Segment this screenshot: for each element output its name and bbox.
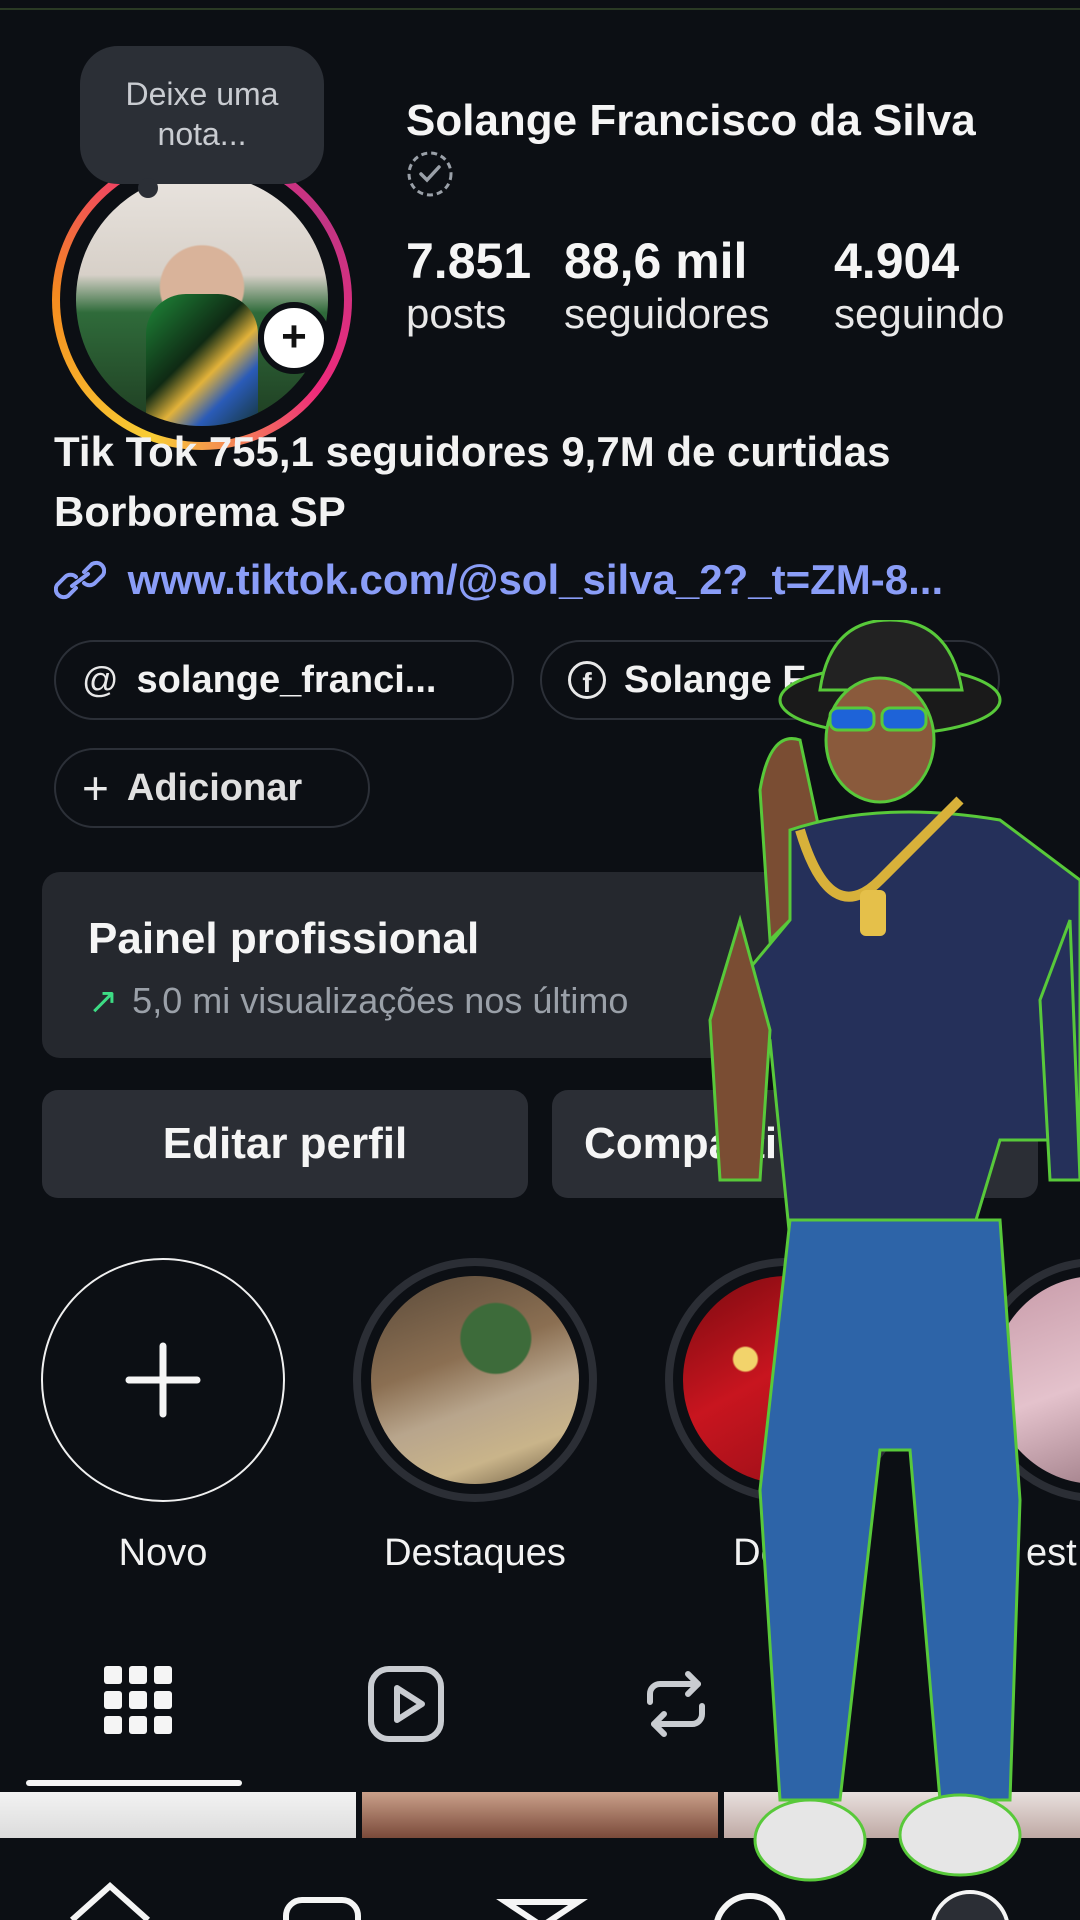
highlight-label: Novo [118,1532,208,1574]
highlight-cover [371,1276,579,1484]
panel-subtitle: ↗ 5,0 mi visualizações nos último [88,980,628,1022]
profile-name: Solange Francisco da Silva [406,96,976,145]
link-icon [53,560,107,600]
stat-followers[interactable]: 88,6 mil seguidores [564,232,769,338]
threads-icon: @ [82,659,119,700]
reels-icon[interactable] [366,1664,446,1744]
top-edge-line [0,8,1080,10]
bio-line: Borborema SP [54,488,346,535]
bio-line: Tik Tok 755,1 seguidores 9,7M de curtida… [54,428,891,475]
verified-badge-icon [407,151,453,197]
followers-count: 88,6 mil [564,233,748,289]
messages-icon [496,1899,588,1920]
stat-posts[interactable]: 7.851 posts [406,232,531,338]
avatar-photo [76,174,328,426]
note-bubble[interactable]: Deixe uma nota... [80,46,324,198]
add-link-chip[interactable]: + Adicionar [54,748,370,828]
home-icon [69,1881,151,1920]
facebook-icon: f [568,661,606,699]
edit-profile-button[interactable]: Editar perfil [42,1090,528,1198]
profile-bio: Tik Tok 755,1 seguidores 9,7M de curtida… [54,422,890,542]
highlight-item[interactable]: Destaques [350,1258,600,1575]
profile-link[interactable]: www.tiktok.com/@sol_silva_2?_t=ZM-8... [53,556,944,604]
panel-title: Painel profissional [88,914,480,963]
threads-chip-label: solange_franci... [136,658,437,701]
plus-icon [125,1342,201,1418]
add-story-button[interactable]: + [258,302,330,374]
overlay-person-sticker [708,620,1080,1882]
grid-icon[interactable] [98,1660,178,1740]
plus-icon: + [82,762,109,814]
add-link-label: Adicionar [126,766,303,809]
following-label: seguindo [834,290,1005,337]
note-text: Deixe uma nota... [125,76,279,152]
highlight-new[interactable]: Novo [38,1258,288,1575]
posts-count: 7.851 [406,233,532,289]
stat-following[interactable]: 4.904 seguindo [834,232,1004,338]
post-thumbnail[interactable] [0,1792,356,1838]
following-count: 4.904 [834,233,960,289]
post-thumbnail[interactable] [362,1792,718,1838]
threads-chip[interactable]: @ solange_franci... [54,640,514,720]
panel-subtitle-text: 5,0 mi visualizações nos último [132,980,629,1021]
trend-up-icon: ↗ [88,980,119,1021]
profile-avatar[interactable] [52,150,352,450]
followers-label: seguidores [564,290,770,337]
reels-nav-icon [283,1897,361,1920]
active-tab-indicator [26,1780,242,1786]
highlight-label: Destaques [384,1532,566,1574]
posts-label: posts [406,290,507,337]
link-text: www.tiktok.com/@sol_silva_2?_t=ZM-8... [127,556,944,603]
